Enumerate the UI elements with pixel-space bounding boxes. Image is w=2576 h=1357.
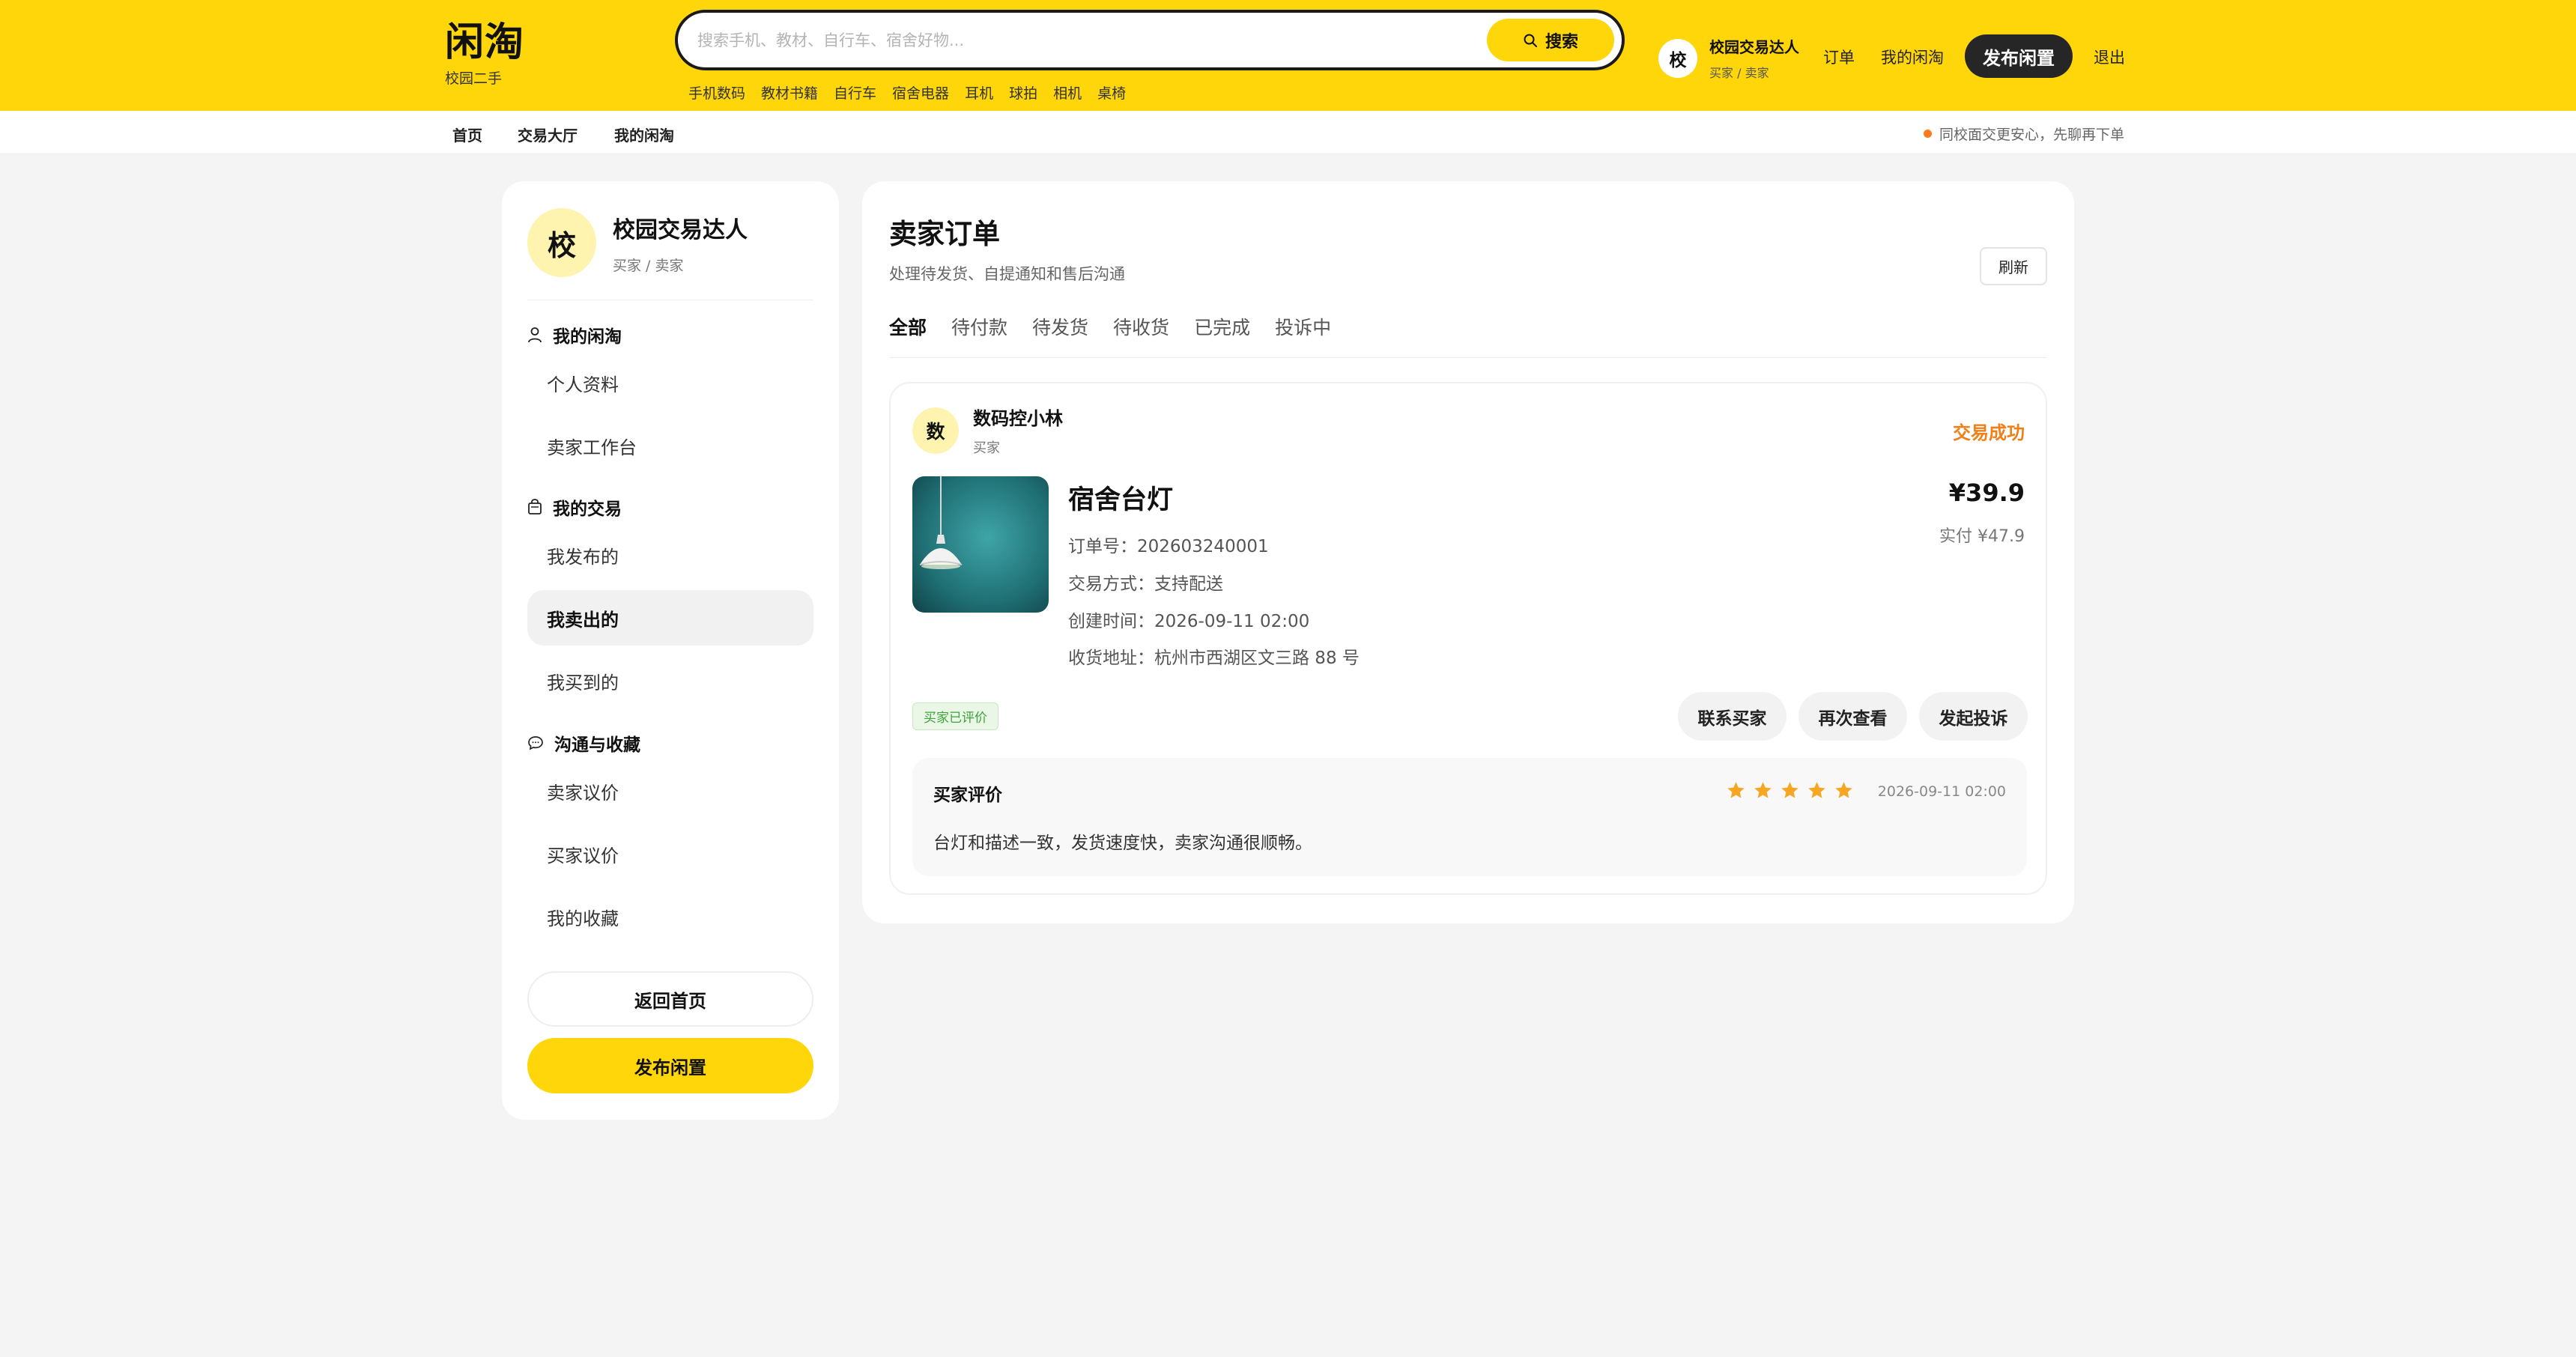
buyer-name: 数码控小林 bbox=[973, 408, 1063, 429]
seller-orders-panel: 卖家订单 处理待发货、自提通知和售后沟通 刷新 全部 待付款 待发货 待收货 已… bbox=[862, 181, 2074, 923]
nav-home[interactable]: 首页 bbox=[452, 124, 482, 145]
hot-tag[interactable]: 教材书籍 bbox=[761, 82, 818, 103]
hot-tag[interactable]: 自行车 bbox=[834, 82, 876, 103]
search-button-label: 搜索 bbox=[1545, 32, 1578, 52]
hot-tag[interactable]: 宿舍电器 bbox=[892, 82, 949, 103]
notice-dot-icon bbox=[1924, 130, 1932, 138]
user-name: 校园交易达人 bbox=[1709, 38, 1799, 56]
order-number: 订单号：202603240001 bbox=[1068, 537, 1269, 556]
nav-market[interactable]: 交易大厅 bbox=[518, 124, 578, 145]
tab-completed[interactable]: 已完成 bbox=[1194, 313, 1250, 340]
user-chip[interactable]: 校 校园交易达人 买家 / 卖家 bbox=[1658, 35, 1799, 81]
file-complaint-button[interactable]: 发起投诉 bbox=[1919, 692, 2028, 741]
rating-stars bbox=[1726, 780, 1854, 801]
top-header: 闲淘 校园二手 搜索 手机数码 教材书籍 自行车 宿舍电器 耳机 球拍 相机 桌… bbox=[0, 0, 2576, 111]
sidebar-item-seller-workbench[interactable]: 卖家工作台 bbox=[527, 418, 813, 473]
tab-all[interactable]: 全部 bbox=[889, 313, 927, 340]
star-icon bbox=[1781, 782, 1798, 798]
shipping-address: 收货地址：杭州市西湖区文三路 88 号 bbox=[1068, 649, 1360, 668]
group-title: 我的闲淘 bbox=[553, 327, 622, 347]
tab-complaints[interactable]: 投诉中 bbox=[1275, 313, 1331, 340]
hot-tag[interactable]: 桌椅 bbox=[1097, 82, 1126, 103]
group-my-trades: 我的交易 bbox=[527, 494, 622, 520]
buyer-rated-badge: 买家已评价 bbox=[912, 702, 998, 730]
paid-amount: 实付 ¥47.9 bbox=[1939, 527, 2025, 546]
group-my-xiantao: 我的闲淘 bbox=[527, 322, 622, 347]
sidebar-item-buyer-bargain[interactable]: 买家议价 bbox=[527, 826, 813, 881]
avatar: 校 bbox=[1658, 38, 1697, 78]
search-bar: 搜索 bbox=[675, 10, 1625, 70]
group-title: 沟通与收藏 bbox=[554, 735, 640, 755]
sidebar-item-seller-bargain[interactable]: 卖家议价 bbox=[527, 763, 813, 819]
order-tabs: 全部 待付款 待发货 待收货 已完成 投诉中 bbox=[889, 313, 1331, 340]
page-title: 卖家订单 bbox=[889, 218, 1000, 250]
star-icon bbox=[1727, 782, 1745, 798]
status-badge: 交易成功 bbox=[1953, 422, 2025, 443]
star-icon bbox=[1754, 782, 1772, 798]
review-title: 买家评价 bbox=[933, 786, 1002, 805]
logout-link[interactable]: 退出 bbox=[2094, 46, 2125, 68]
refresh-button[interactable]: 刷新 bbox=[1980, 247, 2047, 285]
avatar: 校 bbox=[527, 208, 596, 277]
item-title[interactable]: 宿舍台灯 bbox=[1068, 479, 1173, 517]
profile-name: 校园交易达人 bbox=[613, 216, 748, 243]
search-button[interactable]: 搜索 bbox=[1487, 19, 1614, 61]
group-title: 我的交易 bbox=[553, 500, 622, 519]
view-again-button[interactable]: 再次查看 bbox=[1798, 692, 1907, 741]
sidebar: 校 校园交易达人 买家 / 卖家 我的闲淘 个人资料 卖家工作台 我的交易 我发… bbox=[502, 181, 839, 1120]
buyer-info: 数 数码控小林 买家 bbox=[912, 404, 1063, 457]
nav-my-xiantao[interactable]: 我的闲淘 bbox=[614, 124, 674, 145]
contact-buyer-button[interactable]: 联系买家 bbox=[1678, 692, 1786, 741]
avatar: 数 bbox=[912, 407, 959, 454]
hot-tag[interactable]: 球拍 bbox=[1009, 82, 1037, 103]
sidebar-item-profile[interactable]: 个人资料 bbox=[527, 355, 813, 410]
tab-pending-shipment[interactable]: 待发货 bbox=[1032, 313, 1088, 340]
review-time: 2026-09-11 02:00 bbox=[1877, 783, 2006, 800]
orders-link[interactable]: 订单 bbox=[1823, 46, 1855, 68]
sidebar-item-favorites[interactable]: 我的收藏 bbox=[527, 889, 813, 944]
hot-tag[interactable]: 手机数码 bbox=[688, 82, 745, 103]
bag-icon bbox=[528, 499, 542, 514]
group-chat-favorites: 沟通与收藏 bbox=[527, 730, 640, 756]
user-icon bbox=[528, 327, 542, 343]
hot-tags: 手机数码 教材书籍 自行车 宿舍电器 耳机 球拍 相机 桌椅 bbox=[688, 82, 1126, 103]
sidebar-publish-button[interactable]: 发布闲置 bbox=[527, 1038, 813, 1093]
logo-subtitle: 校园二手 bbox=[445, 70, 503, 87]
search-icon bbox=[1524, 34, 1537, 47]
hot-tag[interactable]: 耳机 bbox=[965, 82, 993, 103]
my-xiantao-link[interactable]: 我的闲淘 bbox=[1881, 46, 1944, 68]
chat-icon bbox=[528, 736, 543, 750]
profile-card: 校 校园交易达人 买家 / 卖家 bbox=[527, 208, 748, 277]
sidebar-item-sold[interactable]: 我卖出的 bbox=[527, 590, 813, 646]
buyer-role: 买家 bbox=[973, 440, 1000, 456]
tab-pending-receipt[interactable]: 待收货 bbox=[1113, 313, 1169, 340]
order-card: 数 数码控小林 买家 交易成功 宿舍台灯 订单号：202603240001 交易… bbox=[889, 382, 2047, 895]
back-home-button[interactable]: 返回首页 bbox=[527, 971, 813, 1027]
product-image[interactable] bbox=[912, 476, 1049, 613]
sidebar-item-bought[interactable]: 我买到的 bbox=[527, 653, 813, 708]
sidebar-item-published[interactable]: 我发布的 bbox=[527, 527, 813, 583]
logo-title: 闲淘 bbox=[445, 20, 525, 65]
item-price: ¥39.9 bbox=[1948, 479, 2025, 507]
search-input[interactable] bbox=[697, 13, 1401, 67]
user-role: 买家 / 卖家 bbox=[1709, 66, 1769, 80]
review-text: 台灯和描述一致，发货速度快，卖家沟通很顺畅。 bbox=[933, 834, 1312, 853]
divider bbox=[889, 357, 2047, 358]
trade-mode: 交易方式：支持配送 bbox=[1068, 574, 1223, 594]
desk-lamp-image bbox=[912, 476, 1049, 613]
created-time: 创建时间：2026-09-11 02:00 bbox=[1068, 612, 1310, 631]
star-icon bbox=[1835, 782, 1852, 798]
publish-button[interactable]: 发布闲置 bbox=[1965, 34, 2073, 78]
safety-notice: 同校面交更安心，先聊再下单 bbox=[1924, 124, 2124, 144]
hot-tag[interactable]: 相机 bbox=[1053, 82, 1082, 103]
page-subtitle: 处理待发货、自提通知和售后沟通 bbox=[889, 265, 1125, 283]
sub-nav: 首页 交易大厅 我的闲淘 同校面交更安心，先聊再下单 bbox=[0, 111, 2576, 154]
notice-text: 同校面交更安心，先聊再下单 bbox=[1939, 127, 2125, 143]
logo[interactable]: 闲淘 校园二手 bbox=[445, 19, 524, 88]
star-icon bbox=[1808, 782, 1825, 798]
profile-role: 买家 / 卖家 bbox=[613, 257, 684, 274]
tab-pending-payment[interactable]: 待付款 bbox=[951, 313, 1007, 340]
buyer-review: 买家评价 2026-09-11 02:00 台灯和描述一致，发货速度快，卖家沟通… bbox=[912, 758, 2027, 876]
